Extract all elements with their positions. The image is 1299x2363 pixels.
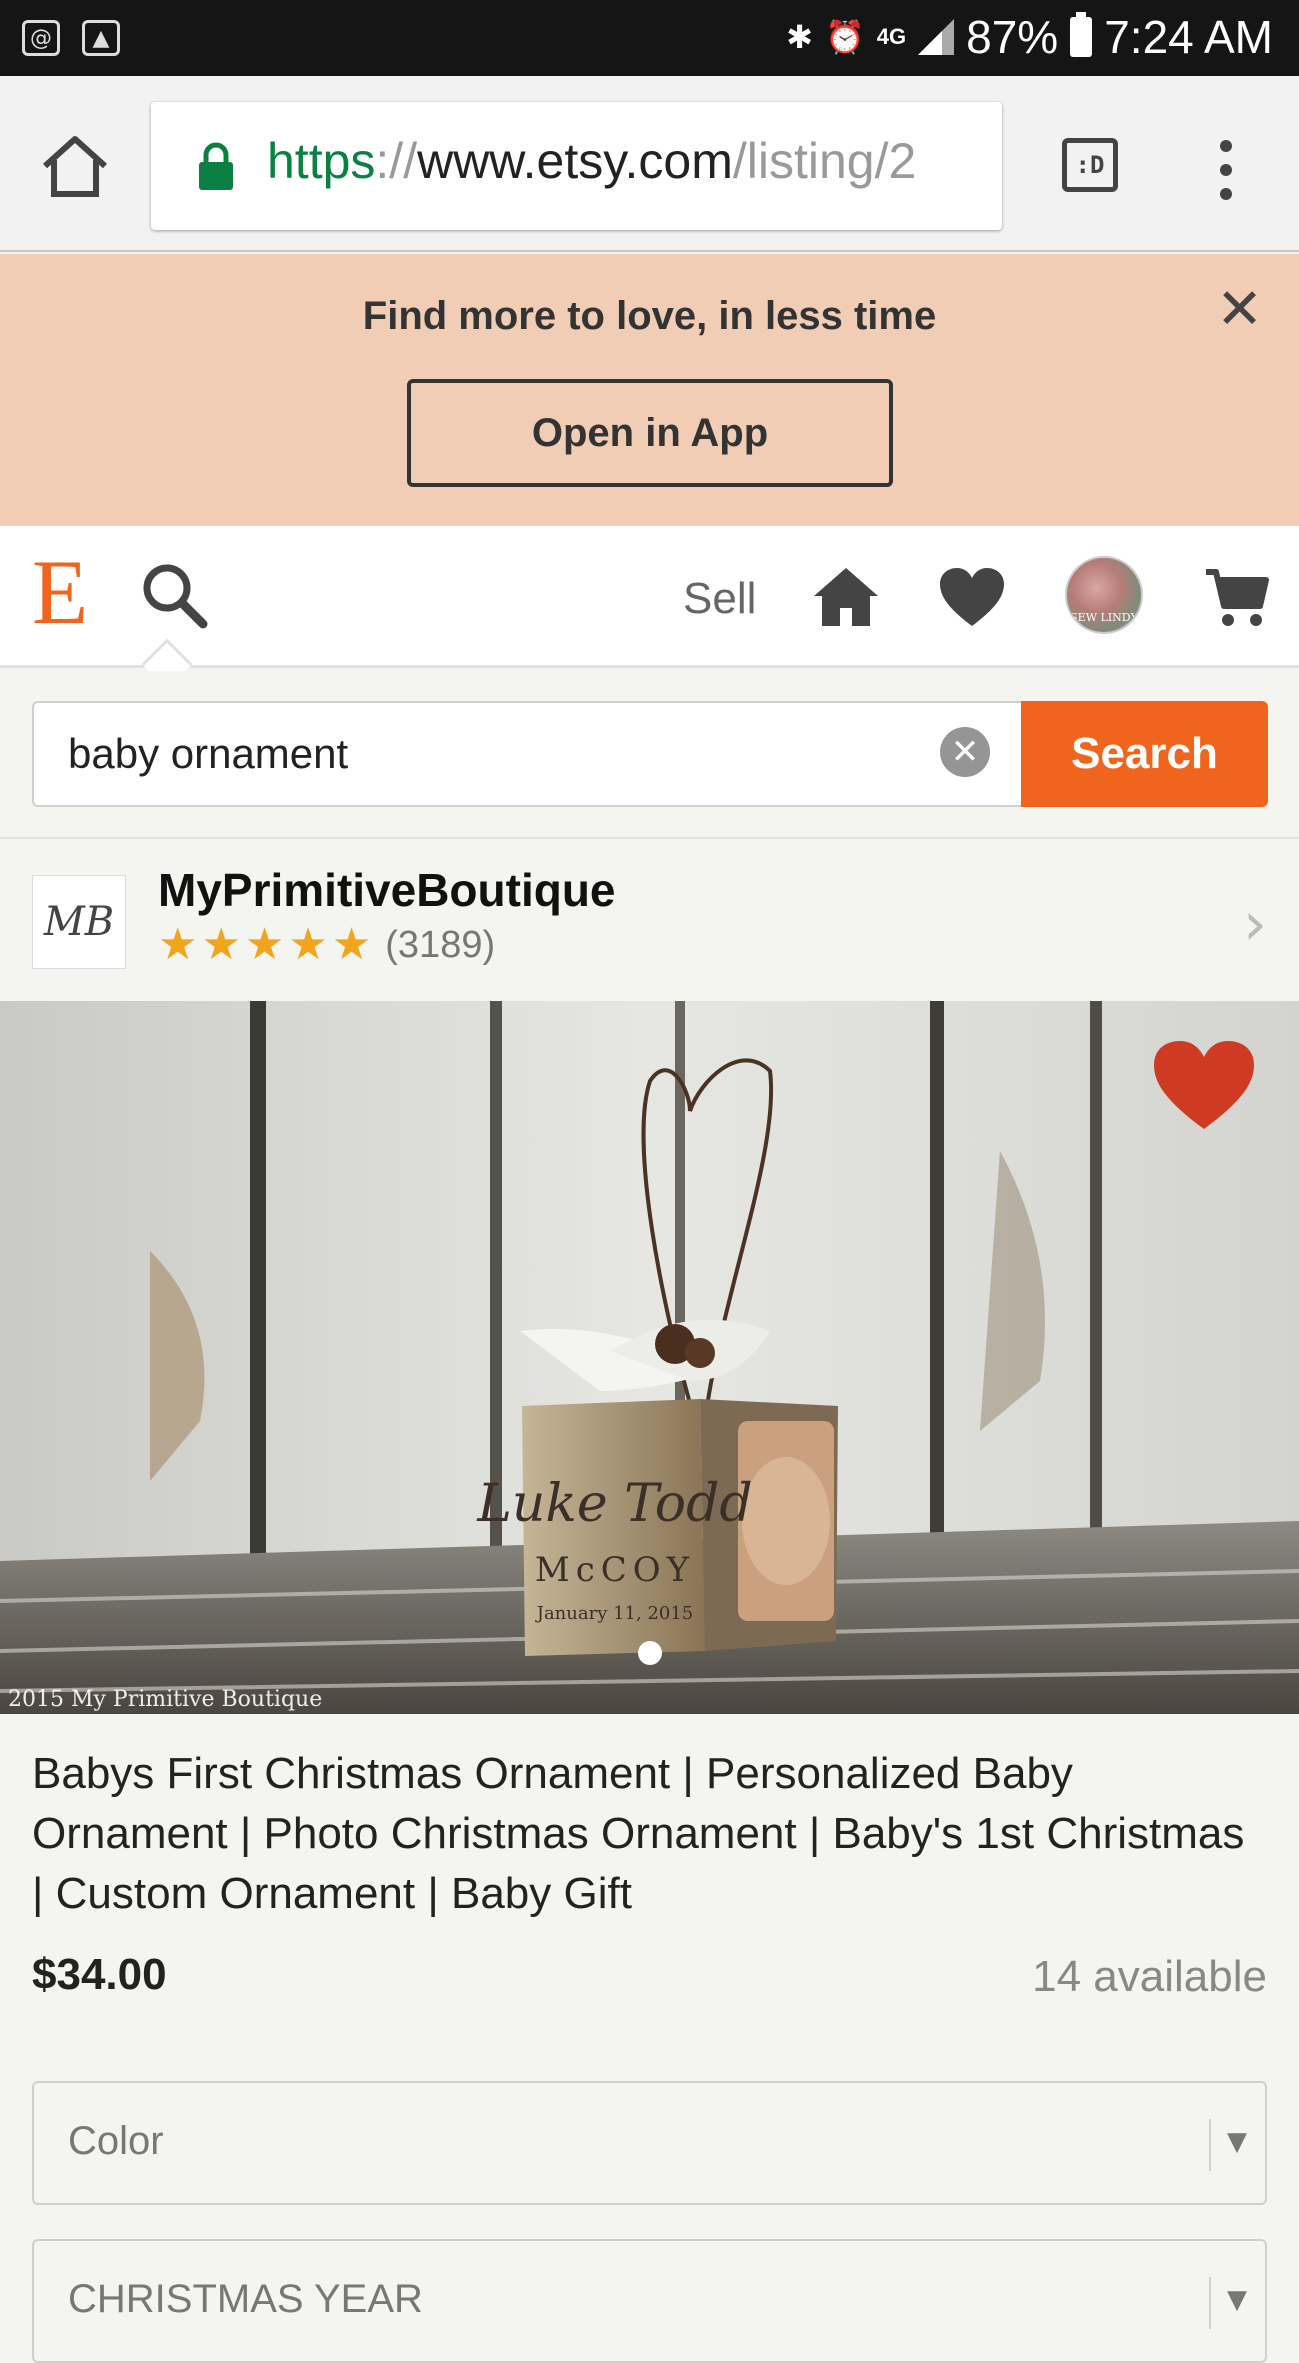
browser-toolbar: https://www.etsy.com/listing/2 :D	[0, 76, 1299, 252]
shop-header[interactable]: MB MyPrimitiveBoutique ★ ★ ★ ★ ★ (3189) …	[0, 841, 1299, 1001]
address-bar[interactable]: https://www.etsy.com/listing/2	[151, 102, 1002, 230]
network-type: 4G	[876, 24, 907, 49]
heart-icon[interactable]	[938, 566, 1006, 628]
photo-watermark: 2015 My Primitive Boutique	[8, 1687, 323, 1712]
star-icon: ★	[244, 919, 285, 970]
close-icon[interactable]: ✕	[1216, 282, 1263, 338]
app-banner: Find more to love, in less time ✕ Open i…	[0, 254, 1299, 526]
clock: 7:24 AM	[1104, 11, 1273, 63]
listing-title: Babys First Christmas Ornament | Persona…	[32, 1749, 1245, 1918]
avatar[interactable]: SEW LINDY	[1065, 556, 1143, 634]
cart-icon[interactable]	[1204, 566, 1270, 630]
review-count: (3189)	[385, 923, 496, 966]
home-icon[interactable]	[812, 566, 880, 628]
star-icon: ★	[158, 919, 198, 970]
banner-title: Find more to love, in less time	[362, 294, 937, 338]
image-notification-icon: ▲	[82, 20, 120, 56]
search-icon[interactable]	[140, 561, 210, 631]
product-photo[interactable]: Luke Todd McCOY January 11, 2015 2015 My…	[0, 1001, 1299, 1714]
christmas-year-select[interactable]: CHRISTMAS YEAR ▼	[32, 2239, 1267, 2363]
alarm-icon: ⏰	[824, 18, 865, 56]
etsy-logo[interactable]: E	[32, 546, 88, 638]
home-icon[interactable]	[40, 134, 110, 198]
color-select[interactable]: Color ▼	[32, 2081, 1267, 2205]
select-label: CHRISTMAS YEAR	[68, 2277, 423, 2321]
star-icon: ★	[201, 919, 241, 970]
shop-name[interactable]: MyPrimitiveBoutique	[158, 863, 616, 917]
favorite-heart-icon[interactable]	[1150, 1037, 1258, 1133]
lock-icon	[199, 142, 233, 190]
select-divider	[1209, 2119, 1211, 2171]
bluetooth-icon: ✱	[786, 18, 813, 56]
select-divider	[1209, 2277, 1211, 2329]
chevron-right-icon[interactable]: ›	[1243, 889, 1267, 959]
battery-percent: 87%	[966, 11, 1059, 63]
listing-price: $34.00	[32, 1950, 167, 1999]
carousel-indicator[interactable]	[638, 1641, 662, 1665]
shop-rating: ★ ★ ★ ★ ★ (3189)	[158, 923, 495, 967]
chevron-down-icon: ▼	[1227, 2285, 1247, 2315]
tab-switcher-button[interactable]: :D	[1062, 138, 1118, 192]
at-sign-notification-icon: @	[22, 20, 60, 56]
status-bar: @ ▲ ✱ ⏰ 4G 87% 7:24 AM	[0, 0, 1299, 76]
chevron-down-icon: ▼	[1227, 2127, 1247, 2157]
search-input[interactable]: baby ornament	[32, 701, 1021, 807]
svg-text:McCOY: McCOY	[535, 1550, 695, 1590]
product-image: Luke Todd McCOY January 11, 2015	[0, 1001, 1299, 1714]
battery-icon	[1070, 12, 1093, 57]
url-text: https://www.etsy.com/listing/2	[267, 133, 917, 189]
availability: 14 available	[1032, 1952, 1267, 2001]
svg-text:January 11, 2015: January 11, 2015	[535, 1603, 694, 1624]
open-in-app-button[interactable]: Open in App	[407, 379, 893, 487]
star-icon: ★	[288, 919, 328, 970]
search-button[interactable]: Search	[1021, 701, 1268, 807]
svg-text:Luke Todd: Luke Todd	[476, 1474, 752, 1534]
shop-logo: MB	[32, 875, 126, 969]
sell-link[interactable]: Sell	[683, 574, 756, 624]
overflow-menu-icon[interactable]	[1216, 140, 1236, 200]
clear-search-icon[interactable]: ✕	[940, 727, 990, 777]
select-label: Color	[68, 2119, 164, 2163]
search-bar: baby ornament Search	[0, 671, 1299, 839]
site-header: E Sell SEW LINDY	[0, 526, 1299, 690]
star-icon: ★	[331, 919, 372, 970]
signal-icon	[918, 19, 955, 55]
